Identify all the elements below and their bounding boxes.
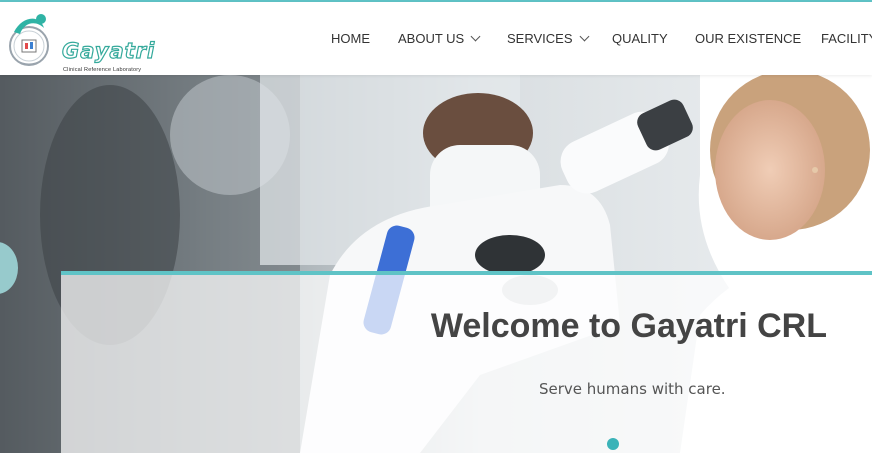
hero-slider: Welcome to Gayatri CRL Serve humans with… — [0, 75, 872, 453]
nav-quality-label: QUALITY — [612, 31, 668, 46]
nav-services[interactable]: SERVICES — [507, 31, 589, 46]
hero-subtitle: Serve humans with care. — [539, 380, 726, 398]
nav-home[interactable]: HOME — [331, 31, 370, 46]
site-header: Gayatri Clinical Reference Laboratory HO… — [0, 2, 872, 75]
nav-about-us-label: ABOUT US — [398, 31, 465, 46]
nav-our-existence[interactable]: OUR EXISTENCE — [695, 31, 801, 46]
nav-quality[interactable]: QUALITY — [612, 31, 668, 46]
nav-home-label: HOME — [331, 31, 370, 46]
nav-services-label: SERVICES — [507, 31, 573, 46]
slider-dot-active[interactable] — [607, 438, 619, 450]
hero-title: Welcome to Gayatri CRL — [430, 307, 827, 345]
welcome-panel — [61, 271, 872, 453]
nav-facility-label: FACILITY — [821, 31, 872, 46]
chevron-down-icon — [579, 31, 589, 42]
main-nav: HOME ABOUT US SERVICES QUALITY OUR EXIST… — [0, 2, 872, 75]
nav-about-us[interactable]: ABOUT US — [398, 31, 481, 46]
nav-our-existence-label: OUR EXISTENCE — [695, 31, 802, 46]
chevron-down-icon — [470, 31, 481, 42]
nav-facility[interactable]: FACILITY — [821, 31, 872, 46]
